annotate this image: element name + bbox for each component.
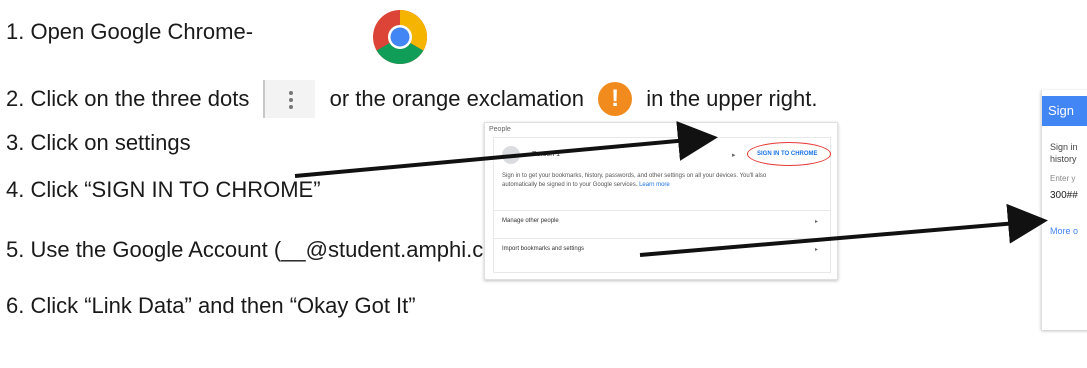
arrows-layer: [294, 121, 1048, 257]
arrow-to-email-field: [639, 203, 1048, 257]
arrow-to-sign-in: [294, 121, 718, 178]
